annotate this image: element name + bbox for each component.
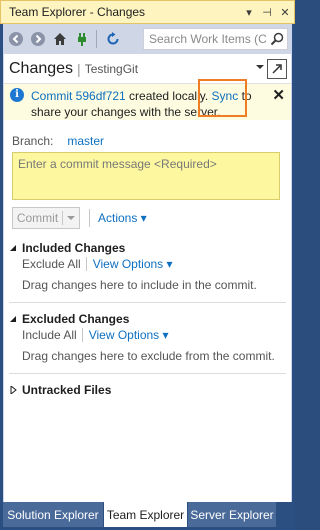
forward-button[interactable] bbox=[28, 29, 48, 49]
tab-server-explorer[interactable]: Server Explorer bbox=[188, 502, 277, 527]
info-icon: i bbox=[10, 88, 24, 102]
commit-button-label[interactable]: Commit bbox=[13, 211, 63, 225]
commit-message-field[interactable]: Enter a commit message <Required> bbox=[12, 152, 280, 200]
pin-button[interactable]: ⊣ bbox=[258, 6, 276, 19]
search-button[interactable] bbox=[267, 29, 287, 49]
commit-dropdown-button[interactable] bbox=[63, 213, 79, 223]
window-title: Team Explorer - Changes bbox=[9, 5, 146, 19]
bottom-tab-bar: Solution Explorer Team Explorer Server E… bbox=[3, 502, 292, 527]
team-explorer-pane: Search Work Items (C Changes | TestingGi… bbox=[3, 24, 292, 502]
branch-label: Branch: bbox=[12, 134, 54, 148]
collapse-arrow-icon bbox=[10, 245, 16, 251]
search-icon bbox=[270, 32, 284, 46]
section-divider bbox=[9, 302, 286, 303]
external-link-icon bbox=[272, 63, 282, 74]
include-all-button[interactable]: Include All bbox=[22, 328, 77, 342]
page-dropdown-button[interactable] bbox=[253, 63, 267, 74]
expand-arrow-icon bbox=[10, 386, 17, 394]
title-bar: Team Explorer - Changes ▾ ⊣ ✕ bbox=[0, 0, 295, 24]
included-view-options[interactable]: View Options ▾ bbox=[93, 257, 173, 271]
back-button[interactable] bbox=[6, 29, 26, 49]
search-input[interactable]: Search Work Items (C bbox=[144, 32, 267, 46]
section-divider bbox=[9, 373, 286, 374]
window-dropdown-button[interactable]: ▾ bbox=[240, 6, 258, 19]
untracked-files-title: Untracked Files bbox=[22, 383, 112, 397]
refresh-button[interactable] bbox=[103, 29, 123, 49]
included-changes-toolbar: Exclude All View Options ▾ bbox=[22, 257, 173, 271]
commit-actions-divider bbox=[89, 209, 90, 227]
excluded-changes-title: Excluded Changes bbox=[22, 312, 130, 326]
branch-row: Branch: master bbox=[12, 134, 104, 148]
actions-menu[interactable]: Actions ▾ bbox=[98, 211, 147, 225]
home-icon bbox=[54, 33, 66, 45]
back-icon bbox=[9, 32, 23, 46]
toolbar-divider bbox=[85, 257, 87, 271]
notification-bar: i Commit 596df721 created locally. Sync … bbox=[4, 84, 291, 120]
included-drop-zone[interactable]: Drag changes here to include in the comm… bbox=[22, 278, 257, 292]
commit-button[interactable]: Commit bbox=[12, 207, 80, 229]
exclude-all-button[interactable]: Exclude All bbox=[22, 257, 81, 271]
home-button[interactable] bbox=[50, 29, 70, 49]
branch-value[interactable]: master bbox=[67, 134, 104, 148]
toolbar: Search Work Items (C bbox=[4, 24, 291, 54]
connect-button[interactable] bbox=[72, 29, 92, 49]
tab-team-explorer[interactable]: Team Explorer bbox=[104, 502, 188, 527]
commit-link[interactable]: Commit 596df721 bbox=[31, 89, 126, 103]
page-title: Changes bbox=[9, 59, 74, 77]
toolbar-divider bbox=[81, 328, 83, 342]
plug-icon bbox=[78, 33, 86, 46]
header-separator: | bbox=[77, 60, 81, 77]
excluded-view-options[interactable]: View Options ▾ bbox=[89, 328, 169, 342]
excluded-changes-toolbar: Include All View Options ▾ bbox=[22, 328, 169, 342]
untracked-files-header[interactable]: Untracked Files bbox=[9, 383, 111, 397]
team-explorer-window: Team Explorer - Changes ▾ ⊣ ✕ Search Wor… bbox=[0, 0, 295, 530]
refresh-icon bbox=[107, 32, 119, 45]
page-header: Changes | TestingGit bbox=[4, 54, 291, 84]
chevron-down-icon bbox=[256, 65, 264, 69]
forward-icon bbox=[31, 32, 45, 46]
excluded-changes-header[interactable]: Excluded Changes bbox=[9, 312, 129, 326]
included-changes-header[interactable]: Included Changes bbox=[9, 241, 125, 255]
collapse-arrow-icon bbox=[10, 316, 16, 322]
tab-solution-explorer[interactable]: Solution Explorer bbox=[3, 502, 104, 527]
sync-highlight-box bbox=[198, 79, 247, 117]
included-changes-title: Included Changes bbox=[22, 241, 126, 255]
chevron-down-icon bbox=[67, 216, 75, 220]
repository-name: TestingGit bbox=[84, 61, 139, 76]
dismiss-notification-button[interactable]: ✕ bbox=[272, 86, 285, 104]
search-work-items[interactable]: Search Work Items (C bbox=[143, 28, 288, 50]
toolbar-separator bbox=[96, 30, 97, 48]
excluded-drop-zone[interactable]: Drag changes here to exclude from the co… bbox=[22, 349, 275, 363]
navigate-button[interactable] bbox=[267, 58, 287, 79]
close-window-button[interactable]: ✕ bbox=[276, 6, 294, 19]
